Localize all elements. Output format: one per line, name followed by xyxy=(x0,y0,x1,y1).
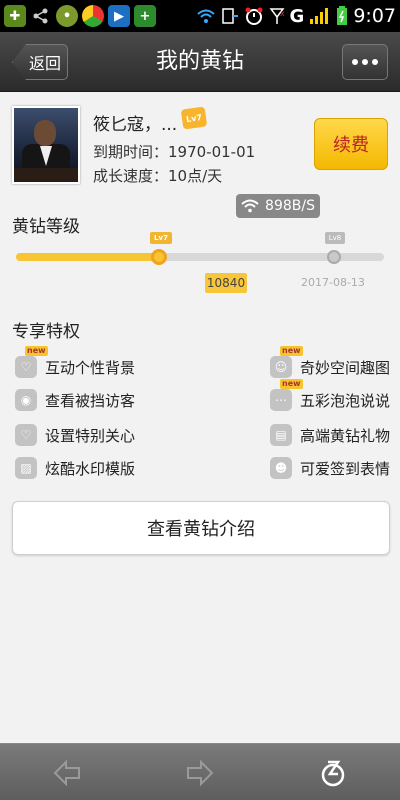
qzone-star-icon xyxy=(321,760,345,787)
level-progress-fill xyxy=(16,253,167,261)
privilege-label: 五彩泡泡说说 xyxy=(300,391,391,410)
bottom-nav xyxy=(0,743,400,800)
watermark-icon: ▨ xyxy=(15,457,37,479)
privilege-label: 互动个性背景 xyxy=(45,358,136,377)
privilege-label: 查看被挡访客 xyxy=(45,391,136,410)
privilege-item[interactable]: ▨ 炫酷水印模版 xyxy=(15,456,135,480)
download-icon xyxy=(221,8,238,24)
privilege-label: 设置特别关心 xyxy=(45,426,136,445)
app-icon: ✚ xyxy=(4,5,26,27)
avatar[interactable] xyxy=(12,106,80,184)
more-dots-icon xyxy=(352,59,358,65)
privilege-label: 高端黄钻礼物 xyxy=(300,426,391,445)
current-level-icon: Lv7 xyxy=(150,232,172,244)
current-level-marker xyxy=(151,249,167,265)
wifi-icon xyxy=(241,199,259,213)
network-speed-badge: 898B/S xyxy=(236,194,320,218)
media-icon: ▶ xyxy=(108,5,130,27)
level-date: 2017-08-13 xyxy=(301,276,365,289)
more-button[interactable] xyxy=(342,44,388,80)
next-level-icon: Lv8 xyxy=(325,232,345,244)
privilege-item[interactable]: ☺ new 奇妙空间趣图 xyxy=(270,346,391,379)
privilege-item[interactable]: ▤ 高端黄钻礼物 xyxy=(270,423,390,447)
privilege-label: 奇妙空间趣图 xyxy=(300,358,391,377)
expire-date: 到期时间：1970-01-01 xyxy=(93,143,256,161)
smiley-icon: ☺ new xyxy=(270,346,303,378)
renew-button[interactable]: 续费 xyxy=(314,118,388,170)
signal-bars-icon xyxy=(310,8,329,24)
view-intro-button[interactable]: 查看黄钻介绍 xyxy=(12,501,390,555)
signal-icon: x xyxy=(269,8,285,24)
heart-icon: ♡ xyxy=(15,424,37,446)
privilege-item[interactable]: ◉ 查看被挡访客 xyxy=(15,388,135,412)
heart-chat-icon: ♡ new xyxy=(15,346,48,378)
shield-plus-icon: + xyxy=(134,5,156,27)
arrow-left-icon xyxy=(53,759,80,787)
growth-score: 10840 xyxy=(205,273,247,293)
chat-bubble-icon: ⋯ new xyxy=(270,379,303,411)
status-bar: ✚ • ▶ + x G 9:07 xyxy=(0,0,400,32)
privilege-item[interactable]: ♡ 设置特别关心 xyxy=(15,423,135,447)
level-title: 黄钻等级 xyxy=(12,217,80,237)
privilege-item[interactable]: ⋯ new 五彩泡泡说说 xyxy=(270,379,391,412)
arrow-right-icon xyxy=(187,759,214,787)
new-tag: new xyxy=(25,346,48,356)
eye-icon: ◉ xyxy=(15,389,37,411)
privilege-label: 可爱签到表情 xyxy=(300,459,391,478)
share-icon xyxy=(30,5,52,27)
clock: 9:07 xyxy=(353,5,396,27)
alarm-icon xyxy=(245,7,263,25)
gift-icon: ▤ xyxy=(270,424,292,446)
emoji-icon: ☻ xyxy=(270,457,292,479)
growth-speed: 成长速度：10点/天 xyxy=(93,167,223,185)
new-tag: new xyxy=(280,379,303,389)
yellow-diamond-level-icon: Lv7 xyxy=(180,106,208,130)
user-name: 筱匕寇，... xyxy=(93,115,178,135)
privilege-item[interactable]: ♡ new 互动个性背景 xyxy=(15,346,136,379)
network-type: G xyxy=(289,5,305,27)
next-level-marker xyxy=(327,250,341,264)
nav-forward-button[interactable] xyxy=(183,756,217,790)
battery-icon xyxy=(337,6,348,25)
privilege-label: 炫酷水印模版 xyxy=(45,459,136,478)
privilege-item[interactable]: ☻ 可爱签到表情 xyxy=(270,456,390,480)
wifi-icon xyxy=(196,9,215,23)
nav-back-button[interactable] xyxy=(50,756,84,790)
network-speed-text: 898B/S xyxy=(265,198,315,214)
nav-home-button[interactable] xyxy=(316,756,350,790)
svg-text:x: x xyxy=(280,9,285,18)
privileges-title: 专享特权 xyxy=(12,322,80,342)
title-bar: 我的黄钻 返回 xyxy=(0,32,400,92)
app-icon: • xyxy=(56,5,78,27)
new-tag: new xyxy=(280,346,303,356)
chrome-icon xyxy=(82,5,104,27)
